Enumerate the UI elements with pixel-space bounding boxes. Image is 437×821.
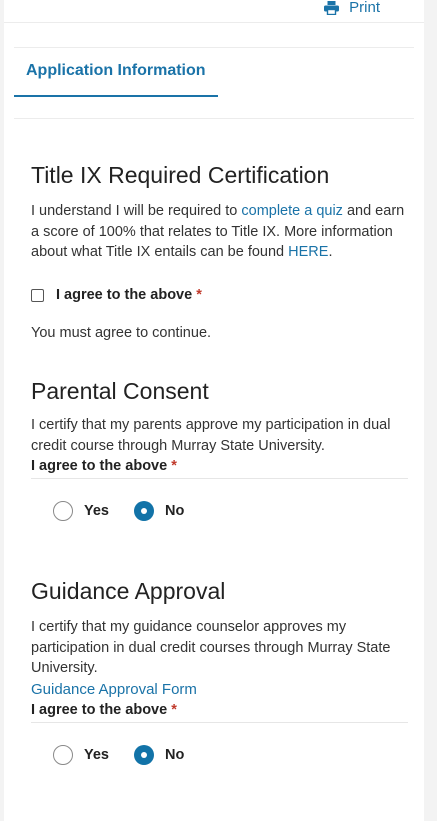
guidance-agree-label: I agree to the above *	[31, 702, 177, 718]
guidance-no-radio[interactable]	[134, 745, 154, 765]
divider	[31, 722, 408, 723]
parental-agree-label: I agree to the above *	[31, 458, 177, 474]
parental-consent-description: I certify that my parents approve my par…	[31, 417, 391, 454]
complete-quiz-link[interactable]: complete a quiz	[241, 203, 343, 219]
top-toolbar: Print	[4, 0, 424, 23]
title-ix-text-3: .	[328, 244, 333, 260]
application-page: Print Application Information Title IX R…	[4, 0, 424, 821]
guidance-approval-heading: Guidance Approval	[31, 578, 226, 604]
title-ix-heading: Title IX Required Certification	[31, 162, 330, 188]
guidance-approval-form-link[interactable]: Guidance Approval Form	[31, 680, 416, 701]
title-ix-agree-row: I agree to the above *	[31, 287, 202, 303]
guidance-no-label[interactable]: No	[165, 747, 184, 763]
guidance-approval-description: I certify that my guidance counselor app…	[31, 619, 391, 676]
parental-no-label[interactable]: No	[165, 503, 184, 519]
title-ix-description: I understand I will be required to compl…	[31, 201, 416, 263]
tab-application-information[interactable]: Application Information	[14, 48, 218, 97]
required-marker: *	[171, 458, 177, 474]
parental-yes-radio[interactable]	[53, 501, 73, 521]
agree-warning: You must agree to continue.	[31, 325, 212, 341]
guidance-yes-label[interactable]: Yes	[84, 747, 109, 763]
parental-consent-heading: Parental Consent	[31, 378, 209, 404]
title-ix-agree-checkbox[interactable]	[31, 288, 44, 302]
required-marker: *	[196, 287, 202, 303]
tab-label: Application Information	[26, 62, 206, 79]
guidance-approval-radio-group: Yes No	[53, 745, 184, 765]
print-button[interactable]: Print	[324, 0, 380, 16]
print-label: Print	[349, 0, 380, 16]
title-ix-agree-label: I agree to the above *	[56, 287, 202, 303]
parental-consent-radio-group: Yes No	[53, 501, 184, 521]
parental-agree-text: I agree to the above	[31, 458, 168, 474]
title-ix-text-1: I understand I will be required to	[31, 203, 242, 219]
guidance-yes-radio[interactable]	[53, 745, 73, 765]
title-ix-here-link[interactable]: HERE	[288, 244, 328, 260]
title-ix-agree-text: I agree to the above	[56, 287, 193, 303]
required-marker: *	[171, 702, 177, 718]
divider	[31, 478, 408, 479]
guidance-agree-text: I agree to the above	[31, 702, 168, 718]
tab-bar: Application Information	[14, 47, 414, 119]
parental-yes-label[interactable]: Yes	[84, 503, 109, 519]
printer-icon	[324, 0, 340, 15]
parental-no-radio[interactable]	[134, 501, 154, 521]
